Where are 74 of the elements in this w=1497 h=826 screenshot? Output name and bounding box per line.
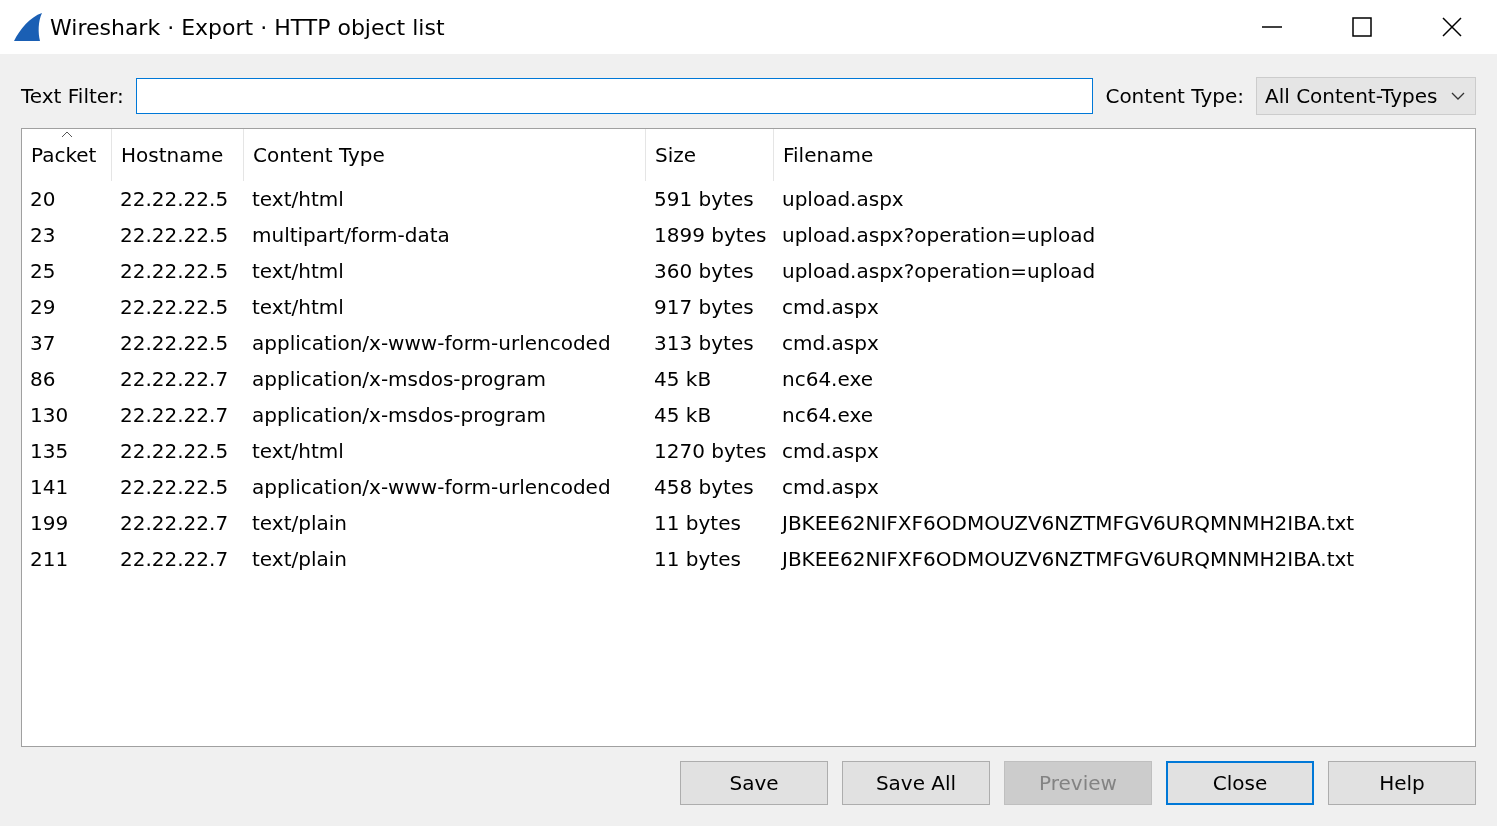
table-cell-text: text/plain [251, 511, 348, 535]
table-cell-text: nc64.exe [781, 403, 873, 427]
table-cell-text: 22.22.22.7 [119, 547, 230, 571]
table-cell-text: 211 [29, 547, 70, 571]
table-cell-text: nc64.exe [781, 367, 873, 391]
table-cell-text: 130 [29, 403, 70, 427]
table-cell-text: text/html [251, 187, 345, 211]
table-cell-text: upload.aspx?operation=upload [781, 259, 1096, 283]
maximize-icon[interactable] [1351, 16, 1373, 38]
table-cell-text: upload.aspx?operation=upload [781, 223, 1096, 247]
table-cell-text: 458 bytes [653, 475, 755, 499]
table-cell-text: application/x-msdos-program [251, 367, 547, 391]
table-cell-text: 199 [29, 511, 70, 535]
table-cell-text: 22.22.22.5 [119, 475, 230, 499]
sort-ascending-icon [61, 131, 73, 137]
table-cell-text: cmd.aspx [781, 295, 879, 319]
table-cell-text: 22.22.22.5 [119, 223, 230, 247]
table-cell-text: 22.22.22.5 [119, 259, 230, 283]
shark-fin-logo-icon [12, 11, 44, 43]
table-cell-text: JBKEE62NIFXF6ODMOUZV6NZTMFGV6URQMNMH2IBA.txt [780, 511, 1355, 535]
dialog-button[interactable]: Save [680, 761, 828, 805]
table-cell-text: 45 kB [653, 403, 713, 427]
table-cell-text: text/plain [251, 547, 348, 571]
table-cell-text: 591 bytes [653, 187, 755, 211]
table-cell-text: 20 [29, 187, 57, 211]
table-cell-text: 22.22.22.7 [119, 511, 230, 535]
table-cell-text: 45 kB [653, 367, 713, 391]
table-cell-text: 22.22.22.5 [119, 295, 230, 319]
column-header[interactable]: Packet [22, 129, 112, 181]
table-cell-text: 1270 bytes [653, 439, 768, 463]
chevron-down-icon [1451, 92, 1465, 100]
table-cell-text: 22.22.22.5 [119, 187, 230, 211]
column-header[interactable]: Content Type [244, 129, 646, 181]
table-cell-text: 22.22.22.7 [119, 403, 230, 427]
table-cell-text: 22.22.22.5 [119, 439, 230, 463]
table-cell-text: application/x-www-form-urlencoded [251, 331, 612, 355]
table-cell-text: 23 [29, 223, 57, 247]
table-cell-text: 29 [29, 295, 57, 319]
table-cell-text: text/html [251, 295, 345, 319]
window-title: Wireshark · Export · HTTP object list [50, 14, 445, 40]
content-type-dropdown[interactable]: All Content-Types [1256, 77, 1476, 115]
text-filter-label: Text Filter: [21, 84, 124, 108]
column-header[interactable]: Hostname [112, 129, 244, 181]
table-cell-text: 141 [29, 475, 70, 499]
dialog-button[interactable]: Close [1166, 761, 1314, 805]
table-cell-text: cmd.aspx [781, 475, 879, 499]
dialog-button[interactable]: Help [1328, 761, 1476, 805]
table-cell-text: 1899 bytes [653, 223, 768, 247]
table-cell-text: application/x-msdos-program [251, 403, 547, 427]
dialog-button[interactable]: Save All [842, 761, 990, 805]
close-icon[interactable] [1441, 16, 1463, 38]
table-cell-text: 313 bytes [653, 331, 755, 355]
table-cell-text: 37 [29, 331, 57, 355]
table-cell-text: text/html [251, 259, 345, 283]
column-header[interactable]: Size [646, 129, 774, 181]
content-type-label: Content Type: [1105, 84, 1244, 108]
table-cell-text: upload.aspx [781, 187, 904, 211]
table-cell-text: 86 [29, 367, 57, 391]
table-cell-text: multipart/form-data [251, 223, 451, 247]
table-cell-text: 11 bytes [653, 547, 742, 571]
table-cell-text: JBKEE62NIFXF6ODMOUZV6NZTMFGV6URQMNMH2IBA.txt [780, 547, 1355, 571]
column-header[interactable]: Filename [774, 129, 1475, 181]
table-cell-text: 25 [29, 259, 57, 283]
table-cell-text: cmd.aspx [781, 331, 879, 355]
table-cell-text: 22.22.22.7 [119, 367, 230, 391]
table-cell-text: 917 bytes [653, 295, 755, 319]
table-cell-text: 135 [29, 439, 70, 463]
table-cell-text: 11 bytes [653, 511, 742, 535]
table-cell-text: 22.22.22.5 [119, 331, 230, 355]
table-cell-text: application/x-www-form-urlencoded [251, 475, 612, 499]
table-cell-text: cmd.aspx [781, 439, 879, 463]
table-cell-text: 360 bytes [653, 259, 755, 283]
text-filter-field[interactable] [135, 78, 1094, 114]
table-cell-text: text/html [251, 439, 345, 463]
